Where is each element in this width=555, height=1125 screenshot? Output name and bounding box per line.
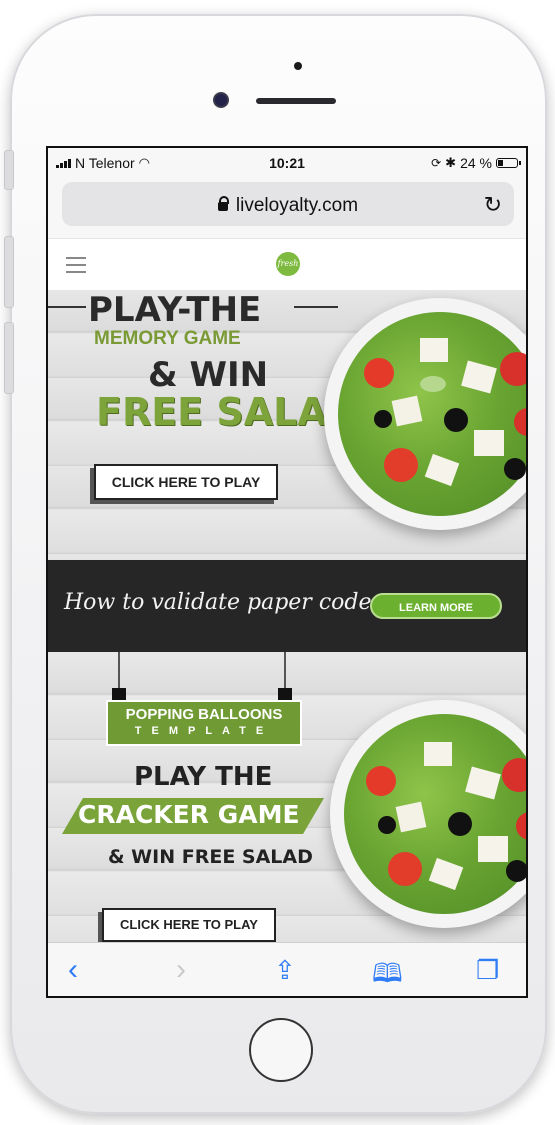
- url-display: liveloyalty.com: [62, 195, 514, 217]
- memory-game-banner[interactable]: PLAY-THE MEMORY GAME & WIN FREE SALAD CL…: [48, 290, 526, 560]
- browser-address-bar: liveloyalty.com ↻: [48, 178, 526, 238]
- banner-prize: FREE SALAD: [96, 390, 359, 434]
- front-camera: [215, 94, 227, 106]
- menu-icon[interactable]: [66, 257, 86, 278]
- lock-icon: [217, 196, 229, 211]
- battery-icon: [496, 158, 521, 168]
- title-rule-left: [48, 306, 86, 308]
- url-field[interactable]: liveloyalty.com ↻: [62, 182, 514, 226]
- mute-switch: [4, 150, 14, 190]
- banner-win: & WIN: [148, 355, 269, 395]
- salad-bowl-image: [324, 298, 526, 530]
- bluetooth-icon: ✱: [445, 155, 457, 170]
- volume-up-button: [4, 236, 14, 308]
- rotation-lock-icon: ⟳: [431, 156, 442, 170]
- earpiece-speaker: [256, 98, 336, 104]
- validate-codes-banner[interactable]: How to validate paper codes. LEARN MORE: [48, 560, 526, 652]
- share-icon[interactable]: ⇪: [274, 955, 296, 986]
- tabs-icon[interactable]: ❐: [476, 955, 499, 986]
- reload-icon[interactable]: ↻: [484, 192, 502, 218]
- status-right: ⟳ ✱ 24 %: [431, 155, 521, 171]
- banner-play: PLAY THE: [134, 762, 273, 792]
- title-rule-right: [294, 306, 338, 308]
- banner-title: PLAY-THE: [88, 290, 262, 330]
- battery-percent: 24 %: [460, 155, 492, 171]
- cracker-game-banner[interactable]: POPPING BALLOONS TEMPLATE PLAY THE CRACK…: [48, 652, 526, 942]
- url-text: liveloyalty.com: [235, 195, 359, 216]
- site-header: fresh: [48, 238, 526, 291]
- learn-more-button[interactable]: LEARN MORE: [370, 593, 502, 619]
- proximity-sensor: [294, 62, 302, 70]
- hanging-string-left: [118, 652, 120, 690]
- home-button[interactable]: [249, 1018, 313, 1082]
- clip-right: [278, 688, 292, 700]
- browser-toolbar: ‹ › ⇪ 🕮 ❐: [48, 942, 526, 996]
- volume-down-button: [4, 322, 14, 394]
- status-bar: N Telenor ◠ 10:21 ⟳ ✱ 24 %: [48, 148, 526, 178]
- banner-subtitle: MEMORY GAME: [94, 328, 241, 349]
- banner-win-salad: & WIN FREE SALAD: [108, 846, 313, 868]
- play-memory-button[interactable]: CLICK HERE TO PLAY: [94, 464, 278, 500]
- tag-line-2: TEMPLATE: [134, 725, 274, 737]
- site-logo[interactable]: fresh: [276, 252, 300, 276]
- phone-screen: N Telenor ◠ 10:21 ⟳ ✱ 24 % liveloyalty.c…: [46, 146, 528, 998]
- hanging-string-right: [284, 652, 286, 690]
- validate-codes-text: How to validate paper codes.: [64, 590, 390, 615]
- tag-line-1: POPPING BALLOONS: [125, 706, 283, 723]
- salad-bowl-image: [330, 700, 526, 928]
- banner-game: CRACKER GAME: [78, 800, 300, 829]
- bookmarks-icon[interactable]: 🕮: [372, 955, 403, 996]
- play-cracker-button[interactable]: CLICK HERE TO PLAY: [102, 908, 276, 942]
- back-icon[interactable]: ‹: [68, 953, 78, 987]
- popping-balloons-tag: POPPING BALLOONS TEMPLATE: [106, 700, 302, 746]
- forward-icon[interactable]: ›: [176, 953, 186, 987]
- clip-left: [112, 688, 126, 700]
